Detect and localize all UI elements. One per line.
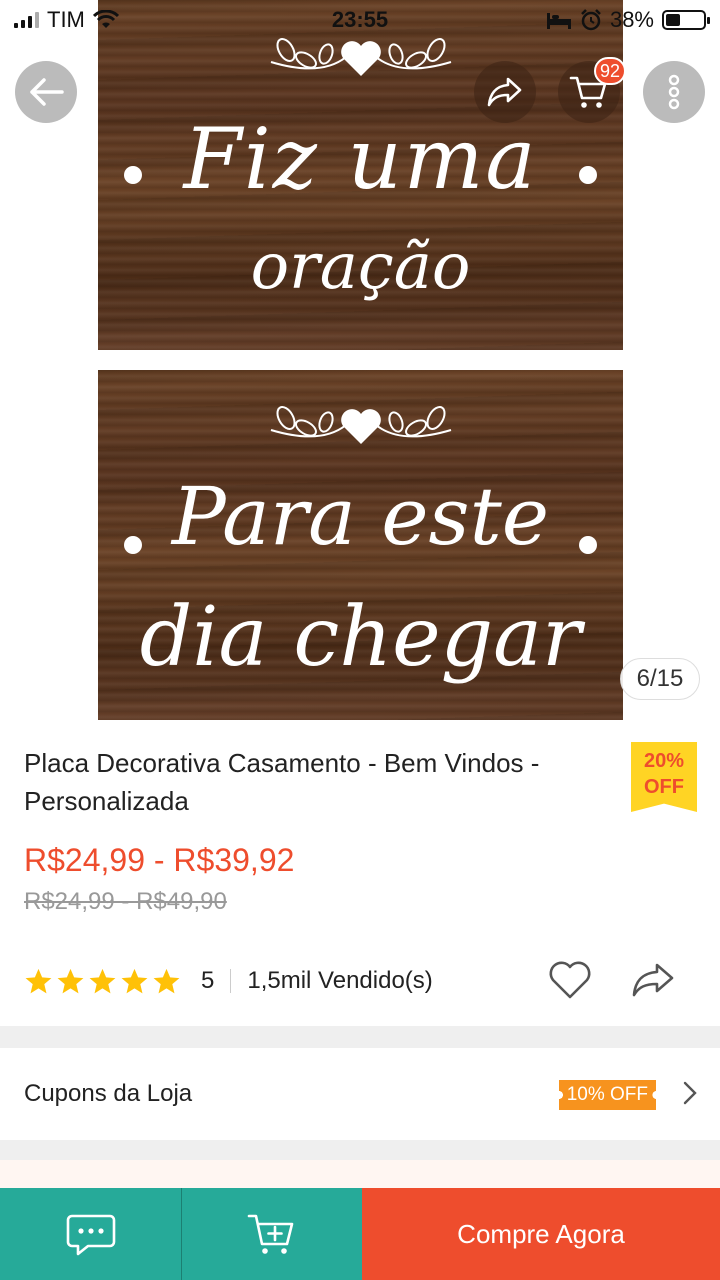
- status-left: TIM: [14, 7, 119, 33]
- section-divider: [0, 1026, 720, 1048]
- add-to-cart-icon: [247, 1214, 294, 1254]
- status-right: 38%: [546, 7, 710, 33]
- wreath-heart-icon: [270, 406, 451, 444]
- back-button[interactable]: [15, 61, 77, 123]
- star-icon: [25, 968, 52, 993]
- plaque-text: dia chegar: [139, 590, 582, 685]
- discount-off: OFF: [644, 776, 684, 798]
- signal-icon: [14, 12, 39, 28]
- coupon-tag: 10% OFF: [558, 1080, 656, 1110]
- product-image-plaque-2: Para este dia chegar: [98, 370, 623, 720]
- product-title: Placa Decorativa Casamento - Bem Vindos …: [24, 748, 540, 816]
- next-section-peek: [0, 1160, 720, 1190]
- divider: [230, 969, 232, 993]
- store-coupons-row[interactable]: Cupons da Loja 10% OFF: [0, 1048, 720, 1140]
- wifi-icon: [92, 10, 119, 28]
- share-button-top[interactable]: [474, 61, 536, 123]
- battery-fill: [666, 14, 680, 26]
- chevron-right-icon: [683, 1081, 697, 1105]
- share-button[interactable]: [630, 960, 676, 1005]
- coupons-label: Cupons da Loja: [24, 1080, 193, 1107]
- rating-row: 5 1,5mil Vendido(s): [24, 958, 696, 1004]
- more-vertical-icon: [668, 74, 680, 110]
- cart-button-top[interactable]: 92: [558, 57, 626, 123]
- product-price: R$24,99 - R$39,92: [24, 842, 295, 878]
- image-page-counter: 6/15: [620, 658, 700, 700]
- star-icon: [121, 968, 148, 993]
- status-bar: TIM 23:55 38%: [0, 0, 720, 40]
- original-price: R$24,99 - R$49,90: [24, 888, 227, 915]
- buy-now-button[interactable]: Compre Agora: [362, 1188, 720, 1280]
- battery-icon: [662, 10, 710, 30]
- chat-button[interactable]: [0, 1188, 181, 1280]
- discount-percent: 20%: [643, 750, 685, 772]
- discount-badge: 20% OFF: [631, 742, 697, 812]
- add-to-cart-button[interactable]: [181, 1188, 362, 1280]
- heart-icon: [549, 961, 591, 999]
- chat-icon: [66, 1214, 115, 1256]
- star-icon: [89, 968, 116, 993]
- plaque-text: oração: [250, 230, 471, 304]
- favorite-button[interactable]: [548, 960, 592, 1005]
- more-options-button[interactable]: [643, 61, 705, 123]
- bottom-action-bar: Compre Agora: [0, 1188, 720, 1280]
- cart-count-badge: 92: [593, 57, 626, 85]
- arrow-left-icon: [30, 78, 64, 106]
- bed-icon: [546, 13, 571, 29]
- rating-stars: [24, 967, 181, 996]
- battery-percent: 38%: [609, 7, 654, 32]
- plaque-text: Para este: [171, 470, 550, 563]
- sold-count: 1,5mil Vendido(s): [247, 967, 433, 994]
- star-icon: [153, 968, 180, 993]
- plaque-text: Fiz uma: [183, 110, 538, 208]
- section-divider: [0, 1140, 720, 1160]
- rating-value: 5: [201, 967, 215, 994]
- product-image-plaque-1: Fiz uma oração: [98, 0, 623, 350]
- carrier-name: TIM: [47, 7, 85, 32]
- share-icon: [487, 77, 522, 107]
- alarm-icon: [581, 9, 601, 31]
- star-icon: [57, 968, 84, 993]
- share-icon: [632, 963, 674, 997]
